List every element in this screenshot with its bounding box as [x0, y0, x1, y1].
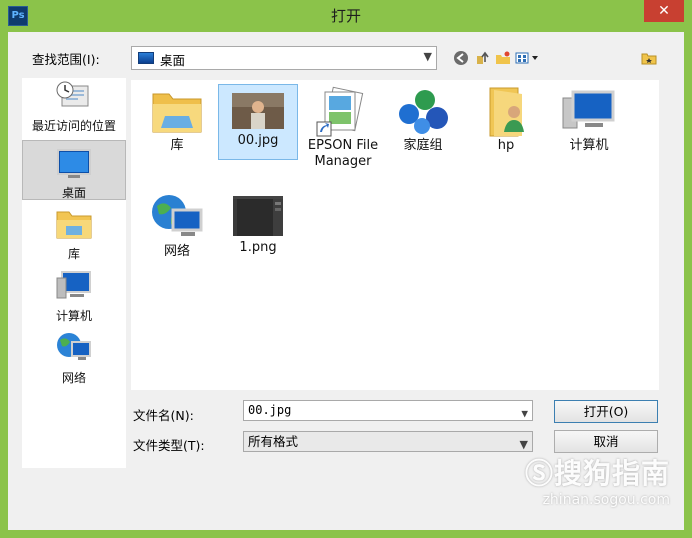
homegroup-icon: [399, 90, 448, 134]
file-item-epson-file-manager[interactable]: EPSON File Manager: [301, 86, 385, 178]
file-name-value: 00.jpg: [248, 403, 292, 417]
file-item-label: 1.png: [239, 240, 277, 255]
file-item-label-line1: EPSON File: [307, 138, 379, 153]
file-item-label-line2: Manager: [314, 154, 372, 169]
desktop-icon: [57, 149, 91, 178]
sidebar-item-label: 网络: [61, 371, 86, 385]
sidebar-item-label: 库: [67, 247, 80, 261]
watermark-url: zhinan.sogou.com: [542, 492, 670, 508]
network-icon: [57, 333, 91, 360]
file-item-label: 家庭组: [403, 138, 443, 153]
new-folder-icon[interactable]: [494, 50, 512, 66]
png-thumbnail-icon: [233, 196, 283, 236]
file-item-network[interactable]: 网络: [137, 192, 217, 262]
watermark-logo: Ⓢ搜狗指南: [524, 457, 670, 490]
library-icon: [56, 211, 92, 239]
window-title: 打开: [330, 7, 361, 25]
look-in-dropdown[interactable]: 桌面 ▼: [131, 46, 437, 70]
places-sidebar: 最近访问的位置 桌面 库 计算机 网络: [22, 78, 126, 468]
file-name-label: 文件名(N):: [133, 408, 194, 423]
recent-places-icon: [56, 81, 89, 107]
sidebar-item-label: 计算机: [55, 309, 92, 323]
file-item-00-jpg[interactable]: 00.jpg: [218, 84, 298, 160]
file-type-label: 文件类型(T):: [133, 438, 205, 453]
file-item-label: hp: [497, 138, 515, 153]
title-bar[interactable]: Ps 打开 ✕: [0, 0, 692, 32]
sidebar-item-computer[interactable]: 计算机: [22, 268, 126, 324]
file-item-hp[interactable]: hp: [466, 86, 546, 156]
file-list-pane[interactable]: 库 00.jpg EPSON File Manager 家庭组 hp 计算机 网…: [131, 80, 659, 390]
sidebar-item-label: 桌面: [61, 186, 86, 200]
sidebar-item-label: 最近访问的位置: [31, 119, 116, 133]
file-item-label: 网络: [163, 244, 190, 259]
file-type-value: 所有格式: [248, 434, 299, 449]
file-type-select[interactable]: 所有格式 ▼: [243, 431, 533, 452]
back-icon[interactable]: [452, 50, 470, 66]
network-icon: [152, 195, 203, 236]
file-name-input[interactable]: 00.jpg ▼: [243, 400, 533, 421]
view-menu-icon[interactable]: [514, 50, 540, 66]
file-item-label: 计算机: [569, 138, 609, 153]
open-button[interactable]: 打开(O): [554, 400, 658, 423]
file-item-label: 库: [170, 138, 184, 153]
sidebar-item-library[interactable]: 库: [22, 206, 126, 262]
sidebar-item-desktop[interactable]: 桌面: [22, 140, 126, 200]
desktop-icon: [138, 52, 154, 64]
up-folder-icon[interactable]: [474, 50, 492, 66]
computer-icon: [562, 90, 615, 129]
file-item-library[interactable]: 库: [137, 86, 217, 156]
file-item-label: 00.jpg: [237, 133, 279, 148]
chevron-down-icon[interactable]: ▼: [424, 50, 432, 63]
folder-star-icon[interactable]: [640, 50, 658, 66]
file-item-homegroup[interactable]: 家庭组: [383, 86, 463, 156]
close-button[interactable]: ✕: [644, 0, 684, 22]
sogou-watermark: Ⓢ搜狗指南 zhinan.sogou.com: [525, 452, 670, 508]
sidebar-item-network[interactable]: 网络: [22, 330, 126, 388]
computer-icon: [56, 271, 91, 299]
chevron-down-icon[interactable]: ▼: [521, 404, 528, 423]
photo-thumbnail-icon: [232, 93, 284, 129]
look-in-value: 桌面: [160, 53, 186, 68]
file-item-1-png[interactable]: 1.png: [218, 192, 298, 262]
epson-shortcut-icon: [316, 86, 364, 137]
sidebar-item-recent[interactable]: 最近访问的位置: [22, 80, 126, 138]
library-folder-icon: [152, 93, 202, 133]
look-in-label: 查找范围(I):: [32, 52, 100, 67]
file-item-computer[interactable]: 计算机: [549, 86, 629, 156]
cancel-button[interactable]: 取消: [554, 430, 658, 453]
user-folder-icon: [489, 87, 524, 137]
